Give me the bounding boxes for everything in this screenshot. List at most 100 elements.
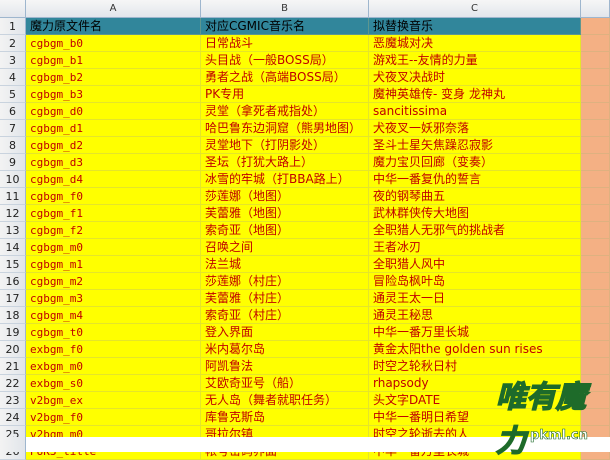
cell-d[interactable] <box>581 324 610 341</box>
cell-d[interactable] <box>581 375 610 392</box>
cell-original-file[interactable]: cgbgm_f0 <box>26 188 201 205</box>
cell-cgmic-music[interactable]: 登入界面 <box>201 324 369 341</box>
cell-original-file[interactable]: cgbgm_m2 <box>26 273 201 290</box>
cell-replacement-music[interactable]: 头文字DATE <box>369 392 581 409</box>
cell-original-file[interactable]: cgbgm_d1 <box>26 120 201 137</box>
cell-d[interactable] <box>581 120 610 137</box>
cell-d[interactable] <box>581 35 610 52</box>
cell-cgmic-music[interactable]: 莎莲娜（村庄） <box>201 273 369 290</box>
cell-replacement-music[interactable]: 武林群侠传大地图 <box>369 205 581 222</box>
cell-original-file[interactable]: v2bgm_f0 <box>26 409 201 426</box>
cell-original-file[interactable]: cgbgm_b0 <box>26 35 201 52</box>
row-number[interactable]: 13 <box>0 222 26 239</box>
cell-cgmic-music[interactable]: 圣坛（打犹大路上） <box>201 154 369 171</box>
cell-d[interactable] <box>581 188 610 205</box>
cell-cgmic-music[interactable]: 芙蕾雅（村庄） <box>201 290 369 307</box>
cell-cgmic-music[interactable]: 米内葛尔岛 <box>201 341 369 358</box>
row-number[interactable]: 14 <box>0 239 26 256</box>
row-number[interactable]: 17 <box>0 290 26 307</box>
row-number[interactable]: 7 <box>0 120 26 137</box>
cell-d[interactable] <box>581 307 610 324</box>
cell-replacement-music[interactable]: sancitissima <box>369 103 581 120</box>
cell-replacement-music[interactable]: 圣斗士星矢焦躁忍寂影 <box>369 137 581 154</box>
cell-original-file[interactable]: exbgm_m0 <box>26 358 201 375</box>
cell-replacement-music[interactable]: 魔力宝贝回廊（变奏） <box>369 154 581 171</box>
cell-original-file[interactable]: cgbgm_t0 <box>26 324 201 341</box>
cell-cgmic-music[interactable]: 莎莲娜（地图） <box>201 188 369 205</box>
cell-replacement-music[interactable]: 犬夜叉一妖邪奈落 <box>369 120 581 137</box>
row-number[interactable]: 5 <box>0 86 26 103</box>
cell-cgmic-music[interactable]: 艾欧奇亚号（船） <box>201 375 369 392</box>
row-number[interactable]: 2 <box>0 35 26 52</box>
cell-cgmic-music[interactable]: 法兰城 <box>201 256 369 273</box>
cell-original-file[interactable]: cgbgm_b3 <box>26 86 201 103</box>
cell-d[interactable] <box>581 69 610 86</box>
row-number[interactable]: 15 <box>0 256 26 273</box>
cell-cgmic-music[interactable]: 头目战（一般BOSS局） <box>201 52 369 69</box>
cell-cgmic-music[interactable]: 哈巴鲁东边洞窟（熊男地图） <box>201 120 369 137</box>
cell-replacement-music[interactable]: 夜的钢琴曲五 <box>369 188 581 205</box>
cell-original-file[interactable]: exbgm_s0 <box>26 375 201 392</box>
cell-d[interactable] <box>581 273 610 290</box>
cell-cgmic-music[interactable]: 勇者之战（高端BOSS局） <box>201 69 369 86</box>
column-header-d[interactable] <box>581 0 610 17</box>
cell-cgmic-music[interactable]: 灵堂地下（打阴影处） <box>201 137 369 154</box>
header-cell-replacement-music[interactable]: 拟替换音乐 <box>369 18 581 35</box>
row-number[interactable]: 23 <box>0 392 26 409</box>
cell-replacement-music[interactable]: 中华一番万里长城 <box>369 324 581 341</box>
cell-replacement-music[interactable]: 游戏王--友情的力量 <box>369 52 581 69</box>
row-number[interactable]: 12 <box>0 205 26 222</box>
cell-d[interactable] <box>581 137 610 154</box>
row-number[interactable]: 11 <box>0 188 26 205</box>
row-number[interactable]: 20 <box>0 341 26 358</box>
select-all-corner[interactable] <box>0 0 26 17</box>
cell-replacement-music[interactable]: 王者冰刃 <box>369 239 581 256</box>
cell-replacement-music[interactable]: 通灵王太一日 <box>369 290 581 307</box>
cell-replacement-music[interactable]: 中华一番明日希望 <box>369 409 581 426</box>
cell-original-file[interactable]: cgbgm_d4 <box>26 171 201 188</box>
cell-replacement-music[interactable]: 全职猎人无邪气的挑战者 <box>369 222 581 239</box>
row-number[interactable]: 4 <box>0 69 26 86</box>
cell-original-file[interactable]: cgbgm_d3 <box>26 154 201 171</box>
cell-d[interactable] <box>581 341 610 358</box>
row-number[interactable]: 16 <box>0 273 26 290</box>
header-cell-original-file[interactable]: 魔力原文件名 <box>26 18 201 35</box>
cell-original-file[interactable]: cgbgm_m1 <box>26 256 201 273</box>
cell-replacement-music[interactable]: rhapsody <box>369 375 581 392</box>
cell-cgmic-music[interactable]: 芙蕾雅（地图） <box>201 205 369 222</box>
cell-d[interactable] <box>581 171 610 188</box>
cell-d[interactable] <box>581 86 610 103</box>
cell-replacement-music[interactable]: 冒险岛枫叶岛 <box>369 273 581 290</box>
cell-original-file[interactable]: cgbgm_m0 <box>26 239 201 256</box>
cell-d[interactable] <box>581 52 610 69</box>
column-header-a[interactable]: A <box>26 0 201 17</box>
cell-cgmic-music[interactable]: 日常战斗 <box>201 35 369 52</box>
row-number[interactable]: 24 <box>0 409 26 426</box>
cell-cgmic-music[interactable]: 索奇亚（地图） <box>201 222 369 239</box>
cell-d[interactable] <box>581 154 610 171</box>
cell-original-file[interactable]: cgbgm_b2 <box>26 69 201 86</box>
cell-d[interactable] <box>581 205 610 222</box>
cell-original-file[interactable]: exbgm_f0 <box>26 341 201 358</box>
cell-cgmic-music[interactable]: PK专用 <box>201 86 369 103</box>
cell-replacement-music[interactable]: 魔神英雄传- 变身 龙神丸 <box>369 86 581 103</box>
cell-d[interactable] <box>581 18 610 35</box>
cell-d[interactable] <box>581 392 610 409</box>
header-cell-cgmic-music[interactable]: 对应CGMIC音乐名 <box>201 18 369 35</box>
column-header-c[interactable]: C <box>369 0 581 17</box>
cell-cgmic-music[interactable]: 召唤之间 <box>201 239 369 256</box>
cell-replacement-music[interactable]: 恶魔城对决 <box>369 35 581 52</box>
cell-replacement-music[interactable]: 黄金太阳the golden sun rises <box>369 341 581 358</box>
cell-original-file[interactable]: cgbgm_b1 <box>26 52 201 69</box>
row-number[interactable]: 18 <box>0 307 26 324</box>
cell-original-file[interactable]: cgbgm_d0 <box>26 103 201 120</box>
cell-d[interactable] <box>581 256 610 273</box>
cell-d[interactable] <box>581 103 610 120</box>
cell-original-file[interactable]: cgbgm_m3 <box>26 290 201 307</box>
cell-cgmic-music[interactable]: 无人岛（舞者就职任务） <box>201 392 369 409</box>
cell-original-file[interactable]: cgbgm_f2 <box>26 222 201 239</box>
cell-cgmic-music[interactable]: 库鲁克斯岛 <box>201 409 369 426</box>
row-number[interactable]: 10 <box>0 171 26 188</box>
cell-original-file[interactable]: cgbgm_m4 <box>26 307 201 324</box>
cell-replacement-music[interactable]: 通灵王秘思 <box>369 307 581 324</box>
